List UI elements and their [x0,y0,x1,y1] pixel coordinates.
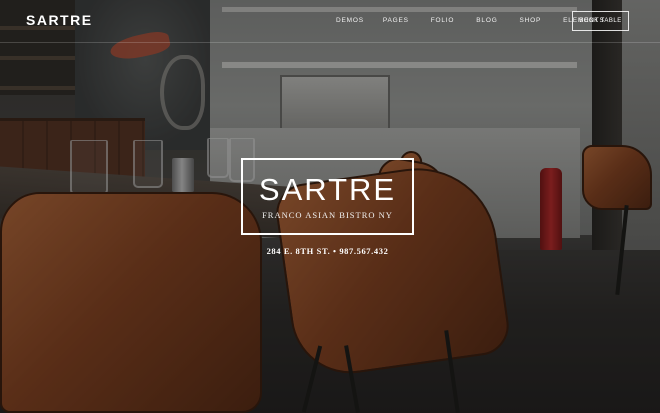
hero-title: SARTRE [258,172,397,207]
nav-item-demos[interactable]: DEMOS [336,17,364,24]
site-logo[interactable]: SARTRE [26,12,93,28]
book-table-button[interactable]: BOOK TABLE [572,11,629,31]
header-divider [0,42,660,43]
hero-title-box: SARTRE FRANCO ASIAN BISTRO NY [241,158,414,235]
site-header: SARTRE DEMOS PAGES FOLIO BLOG SHOP ELEME… [0,0,660,42]
nav-item-pages[interactable]: PAGES [383,17,409,24]
nav-item-folio[interactable]: FOLIO [431,17,455,24]
nav-item-shop[interactable]: SHOP [520,17,542,24]
hero-subtitle: FRANCO ASIAN BISTRO NY [262,210,393,220]
nav-item-blog[interactable]: BLOG [476,17,497,24]
hero-address: 284 E. 8TH ST. • 987.567.432 [266,246,389,256]
